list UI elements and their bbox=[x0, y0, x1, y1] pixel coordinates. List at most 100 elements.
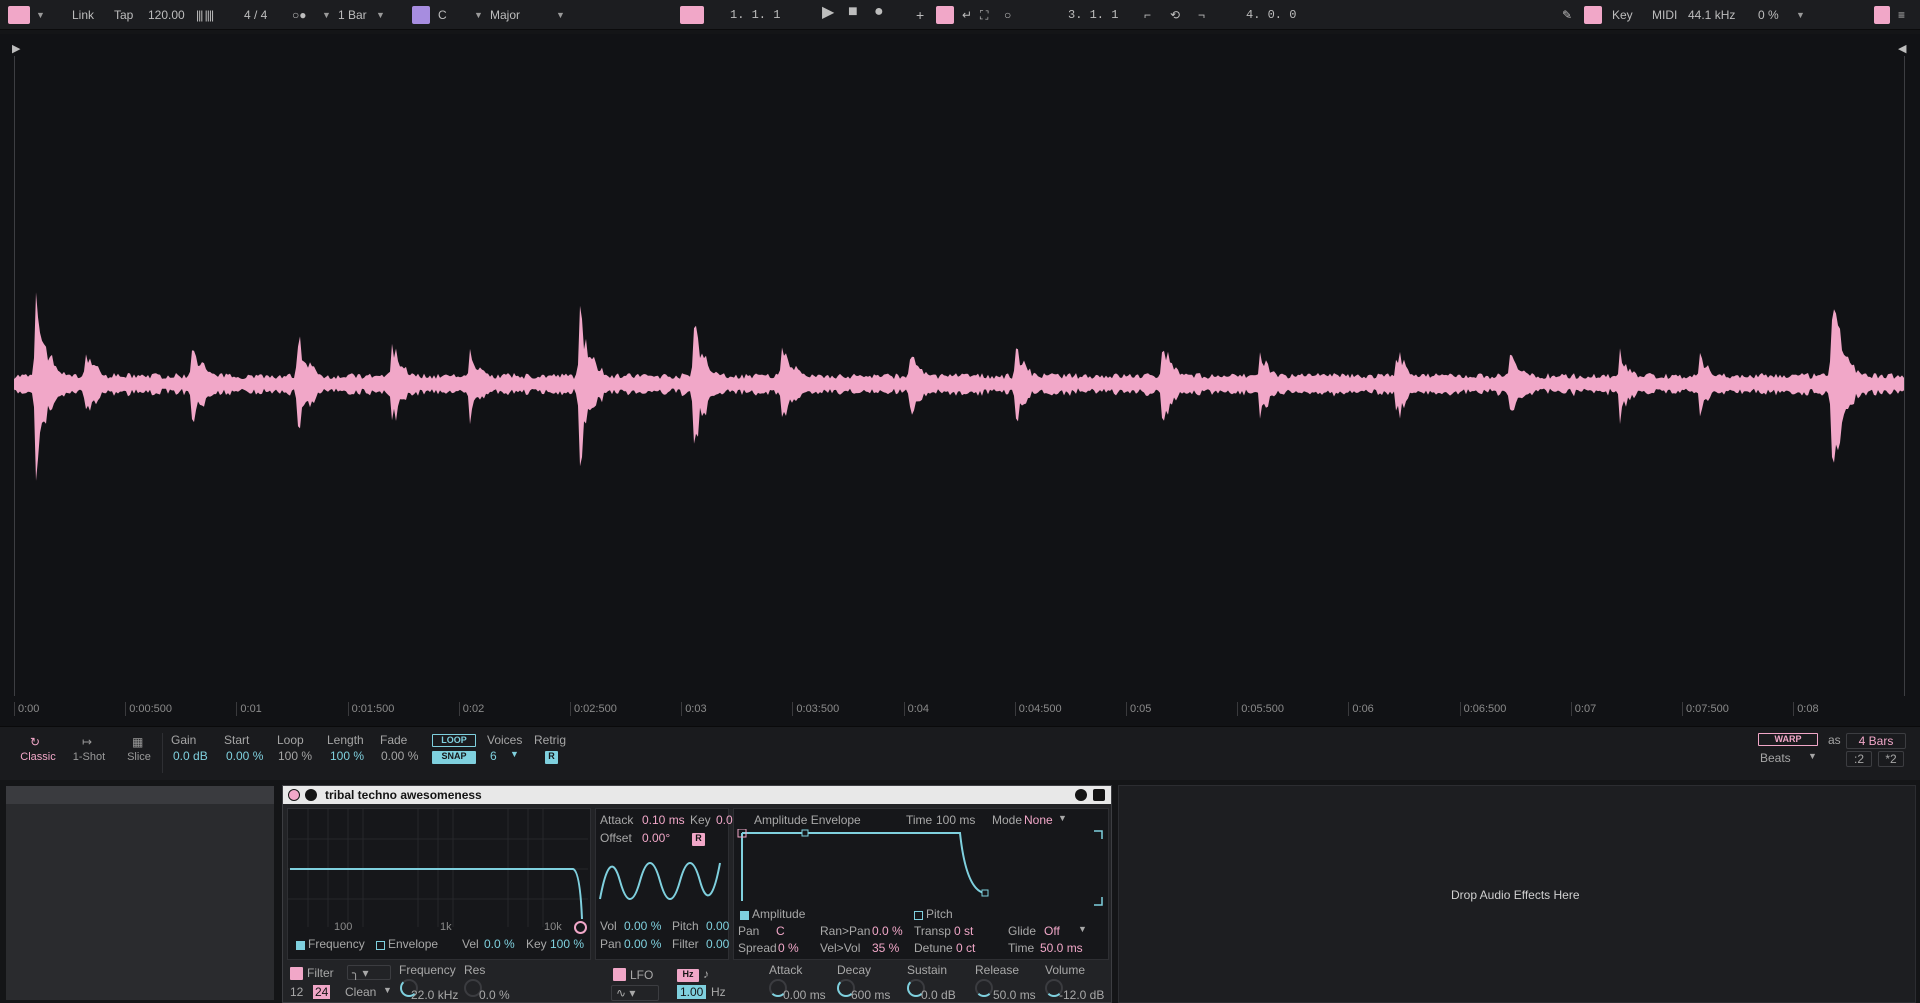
pan-value[interactable]: C bbox=[776, 924, 785, 938]
chevron-down-icon[interactable]: ▼ bbox=[1796, 7, 1805, 23]
retrig-toggle[interactable]: R bbox=[545, 751, 558, 764]
classic-mode-icon[interactable]: ↻ bbox=[30, 735, 40, 749]
cutoff-handle[interactable] bbox=[574, 921, 587, 934]
chevron-down-icon[interactable]: ▼ bbox=[1078, 924, 1087, 934]
filter-graph[interactable]: 100 1k 10k Frequency Envelope Vel 0.0 % … bbox=[287, 808, 591, 960]
key-root-menu[interactable]: C bbox=[438, 7, 447, 23]
env-time-value[interactable]: 100 ms bbox=[936, 813, 975, 827]
device-menu-icon[interactable] bbox=[305, 789, 317, 801]
release-knob[interactable] bbox=[975, 979, 993, 997]
key-map-button[interactable]: Key bbox=[1612, 7, 1633, 23]
link-button[interactable]: Link bbox=[72, 7, 94, 23]
envelope-checkbox[interactable] bbox=[376, 941, 385, 950]
nudge-icon[interactable]: ||| |||| bbox=[196, 7, 214, 23]
classic-mode-button[interactable]: Classic bbox=[16, 751, 60, 763]
envelope-panel[interactable]: Amplitude Envelope Time 100 ms Mode None… bbox=[733, 808, 1109, 960]
chevron-down-icon[interactable]: ▼ bbox=[510, 749, 519, 759]
pitch-checkbox[interactable] bbox=[914, 911, 923, 920]
lfo-offset-value[interactable]: 0.00° bbox=[642, 831, 670, 845]
follow-icon[interactable] bbox=[680, 6, 704, 24]
lfo-attack-value[interactable]: 0.10 ms bbox=[642, 813, 685, 827]
device-name[interactable]: tribal techno awesomeness bbox=[325, 786, 482, 804]
lfo-hz-toggle[interactable]: Hz bbox=[677, 969, 699, 982]
arrangement-position[interactable]: 1. 1. 1 bbox=[730, 7, 780, 23]
one-shot-icon[interactable]: ↦ bbox=[82, 735, 92, 749]
transp-value[interactable]: 0 st bbox=[954, 924, 973, 938]
chevron-down-icon[interactable]: ▼ bbox=[556, 7, 565, 23]
view-toggle-icon[interactable] bbox=[8, 6, 30, 24]
play-icon[interactable]: ▶ bbox=[822, 5, 834, 21]
scale-mode-icon[interactable] bbox=[412, 6, 430, 24]
edit-icon[interactable] bbox=[1075, 789, 1087, 801]
warp-toggle[interactable]: WARP bbox=[1758, 733, 1818, 746]
metronome-icon[interactable]: ○● bbox=[292, 7, 307, 23]
device-on-icon[interactable] bbox=[288, 789, 300, 801]
length-value[interactable]: 100 % bbox=[330, 749, 364, 763]
glide-time-value[interactable]: 50.0 ms bbox=[1040, 941, 1083, 955]
loop-length-field[interactable]: 4. 0. 0 bbox=[1246, 7, 1296, 23]
warp-mode-menu[interactable]: Beats bbox=[1760, 751, 1791, 765]
loop-start-field[interactable]: 3. 1. 1 bbox=[1068, 7, 1118, 23]
chevron-down-icon[interactable]: ▼ bbox=[383, 985, 392, 995]
lfo-toggle[interactable] bbox=[613, 968, 626, 981]
ranpan-value[interactable]: 0.0 % bbox=[872, 924, 903, 938]
chevron-down-icon[interactable]: ▼ bbox=[376, 7, 385, 23]
mixer-view-icon[interactable] bbox=[1874, 6, 1890, 24]
midi-map-button[interactable]: MIDI bbox=[1652, 7, 1677, 23]
time-ruler[interactable]: 0:00 0:00:500 0:01 0:01:500 0:02 0:02:500 0:03… bbox=[0, 698, 1920, 720]
one-shot-button[interactable]: 1-Shot bbox=[67, 751, 111, 763]
frequency-checkbox[interactable] bbox=[296, 941, 305, 950]
session-record-icon[interactable]: ○ bbox=[1004, 7, 1011, 23]
chevron-down-icon[interactable]: ▼ bbox=[1058, 813, 1067, 823]
save-preset-icon[interactable] bbox=[1093, 789, 1105, 801]
slice-button[interactable]: Slice bbox=[117, 751, 161, 763]
slice-icon[interactable]: ▦ bbox=[132, 735, 143, 749]
voices-value[interactable]: 6 bbox=[490, 749, 497, 763]
back-to-arrangement-icon[interactable]: ↵ bbox=[962, 7, 972, 23]
stop-icon[interactable]: ■ bbox=[848, 4, 858, 20]
chevron-down-icon[interactable]: ▼ bbox=[474, 7, 483, 23]
chevron-down-icon[interactable]: ▼ bbox=[322, 7, 331, 23]
lfo-shape-menu[interactable]: ∿ ▾ bbox=[611, 985, 659, 1001]
loop-value[interactable]: 100 % bbox=[278, 749, 312, 763]
menu-icon[interactable]: ≡ bbox=[1898, 7, 1905, 23]
quantize-menu[interactable]: 1 Bar bbox=[338, 7, 367, 23]
fade-value[interactable]: 0.00 % bbox=[381, 749, 418, 763]
tap-button[interactable]: Tap bbox=[114, 7, 133, 23]
scale-menu[interactable]: Major bbox=[490, 7, 520, 23]
lfo-vol-value[interactable]: 0.00 % bbox=[624, 919, 661, 933]
loop-toggle[interactable]: LOOP bbox=[432, 734, 476, 747]
time-signature-field[interactable]: 4 / 4 bbox=[244, 7, 267, 23]
draw-mode-icon[interactable]: ✎ bbox=[1562, 7, 1572, 23]
spread-value[interactable]: 0 % bbox=[778, 941, 799, 955]
filter-circuit-menu[interactable]: Clean bbox=[345, 985, 376, 999]
double-button[interactable]: *2 bbox=[1878, 751, 1904, 767]
loop-switch-icon[interactable]: ⟲ bbox=[1170, 7, 1180, 23]
lfo-sync-icon[interactable]: ♪ bbox=[703, 967, 709, 981]
halve-button[interactable]: :2 bbox=[1846, 751, 1872, 767]
tempo-field[interactable]: 120.00 bbox=[148, 7, 185, 23]
key-value[interactable]: 100 % bbox=[550, 937, 584, 951]
lfo-retrig-toggle[interactable]: R bbox=[692, 833, 705, 846]
start-value[interactable]: 0.00 % bbox=[226, 749, 263, 763]
automation-arm-icon[interactable] bbox=[936, 6, 954, 24]
lfo-panel[interactable]: Attack 0.10 ms Key 0.0 % Offset 0.00° R … bbox=[595, 808, 747, 960]
add-icon[interactable]: + bbox=[916, 7, 924, 23]
env-mode-value[interactable]: None bbox=[1024, 813, 1053, 827]
filter-type-menu[interactable]: ╮ ▾ bbox=[347, 965, 391, 980]
lfo-filter-value[interactable]: 0.00 bbox=[706, 937, 729, 951]
capture-icon[interactable]: ⛶ bbox=[980, 7, 988, 23]
record-icon[interactable]: ● bbox=[874, 4, 884, 20]
amplitude-checkbox[interactable] bbox=[740, 911, 749, 920]
sample-display[interactable]: ▶ ◀ 0:00 0:00:500 0:01 0:01:500 0:02 0:02:500… bbox=[0, 34, 1920, 726]
detune-value[interactable]: 0 ct bbox=[956, 941, 975, 955]
lfo-rate-value[interactable]: 1.00 bbox=[677, 985, 707, 999]
punch-in-icon[interactable]: ⌐ bbox=[1144, 7, 1151, 23]
vel-value[interactable]: 0.0 % bbox=[484, 937, 515, 951]
chevron-down-icon[interactable]: ▼ bbox=[36, 7, 45, 23]
warp-length-field[interactable]: 4 Bars bbox=[1846, 733, 1906, 749]
slope-12-button[interactable]: 12 bbox=[290, 985, 303, 999]
filter-toggle[interactable] bbox=[290, 967, 303, 980]
punch-out-icon[interactable]: ¬ bbox=[1198, 7, 1205, 23]
keyboard-icon[interactable] bbox=[1584, 6, 1602, 24]
